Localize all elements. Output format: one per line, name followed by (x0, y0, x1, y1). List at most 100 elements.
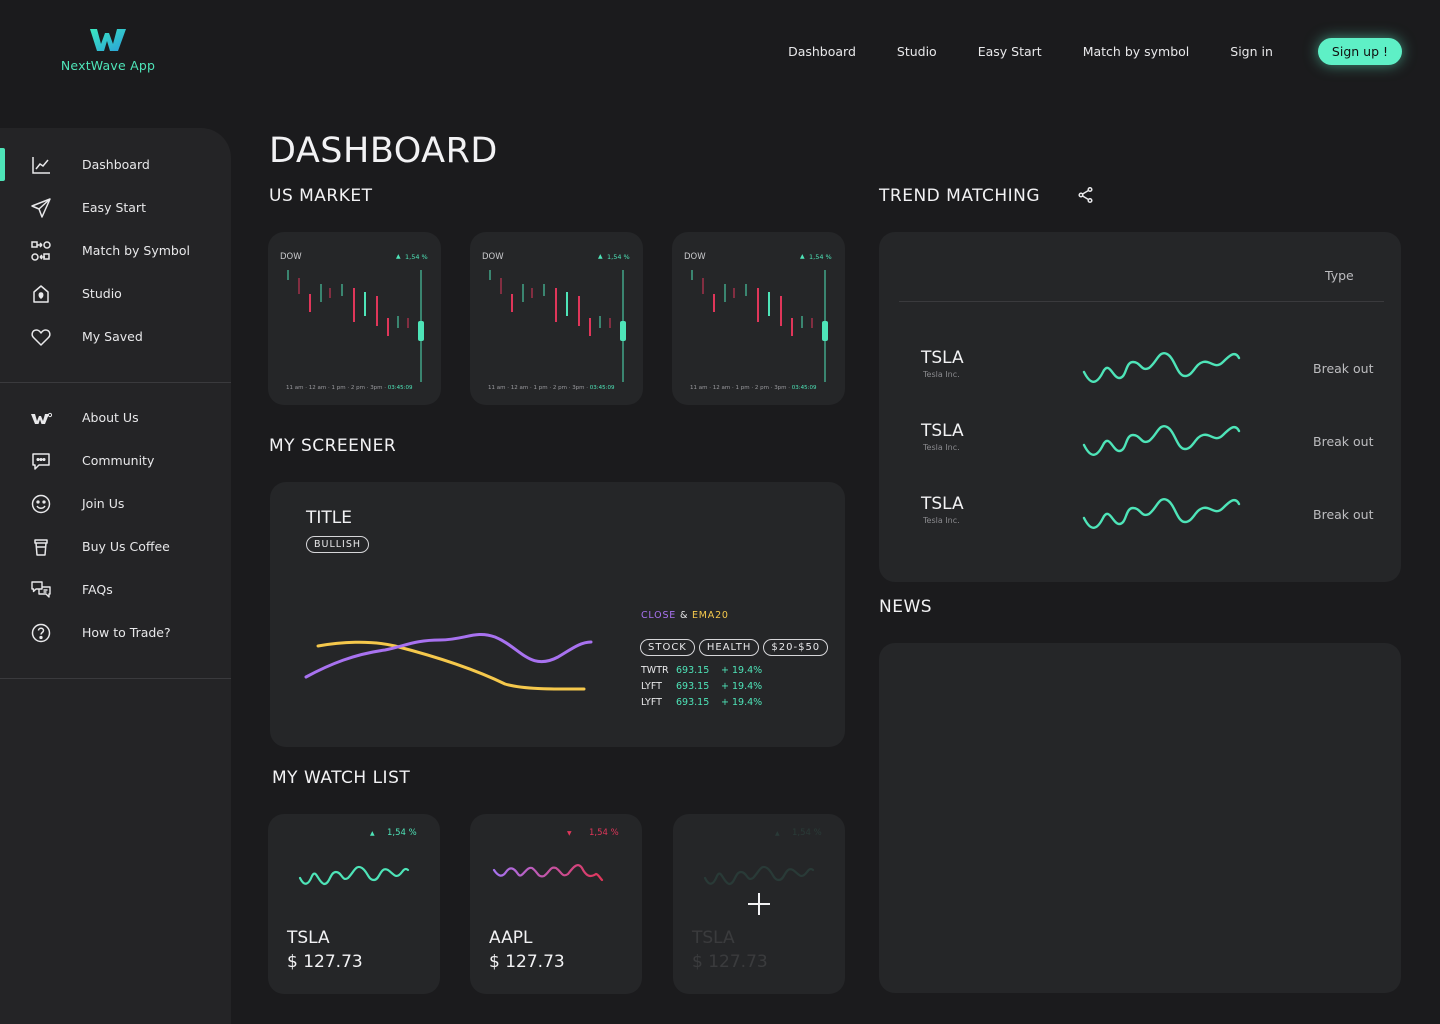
time-axis: 11 am · 12 am · 1 pm · 2 pm · 3pm · 03:4… (690, 385, 817, 391)
price: 693.15 (676, 697, 710, 708)
sidebar-item-buy-us-coffee[interactable]: Buy Us Coffee (0, 531, 231, 561)
sidebar-item-label: Studio (82, 285, 122, 301)
sidebar-item-label: Easy Start (82, 199, 146, 215)
smiley-icon (31, 494, 51, 514)
sidebar-divider (0, 382, 231, 383)
change: + 19.4% (721, 681, 763, 692)
screener-row[interactable]: TWTR 693.15 + 19.4% (641, 665, 762, 676)
sidebar-item-label: FAQs (82, 581, 113, 597)
app-logo[interactable]: NextWave App (56, 28, 160, 73)
chart-legend: CLOSE & EMA20 (641, 610, 729, 621)
watch-sparkline (298, 865, 410, 886)
watch-price: $ 127.73 (287, 952, 363, 972)
time-axis: 11 am · 12 am · 1 pm · 2 pm · 3pm · 03:4… (286, 385, 413, 391)
heart-icon (31, 329, 51, 346)
news-panel (879, 643, 1401, 993)
trend-symbol: TSLA (921, 421, 964, 441)
trend-type: Break out (1313, 507, 1374, 522)
price: 693.15 (676, 665, 710, 676)
watchlist-add-card[interactable]: ▲ 1,54 % TSLA $ 127.73 (673, 814, 845, 994)
market-card[interactable]: DOW ▲ 1,54 % 11 am · 12 am · 1 pm · 2 pm… (672, 232, 845, 405)
trend-row[interactable]: TSLA Tesla Inc. Break out (879, 490, 1401, 540)
screener-filter-chips: STOCK HEALTH $20-$50 (640, 635, 832, 656)
filter-chip-price[interactable]: $20-$50 (763, 639, 829, 656)
screener-card[interactable]: TITLE BULLISH CLOSE & EMA20 STOCK HEALTH $… (270, 482, 845, 747)
filter-chip-stock[interactable]: STOCK (640, 639, 695, 656)
sidebar-item-label: How to Trade? (82, 624, 171, 640)
topnav-sign-in[interactable]: Sign in (1230, 44, 1273, 59)
time-axis-label: 12 am (308, 385, 327, 391)
trend-pattern-line (1082, 352, 1241, 383)
sidebar-item-my-saved[interactable]: My Saved (0, 321, 231, 351)
current-time: 03:45:09 (791, 385, 817, 391)
sidebar-item-easy-start[interactable]: Easy Start (0, 192, 231, 222)
chat-bubble-icon (32, 453, 50, 470)
market-card[interactable]: DOW ▲ 1,54 % 11 am · 12 am · 1 pm · 2 pm… (470, 232, 643, 405)
topnav-dashboard[interactable]: Dashboard (788, 44, 856, 59)
trend-up-icon: ▲ (775, 830, 780, 837)
time-axis-label: 2 pm (754, 385, 769, 391)
time-axis-label: 11 am (690, 385, 708, 391)
filter-chip-health[interactable]: HEALTH (698, 639, 760, 656)
trend-pattern-line (1082, 498, 1241, 529)
column-header-type: Type (1325, 268, 1354, 283)
sidebar: Dashboard Easy Start Match by Symbol Stu… (0, 128, 231, 1024)
watch-change: 1,54 % (387, 828, 417, 838)
trend-row[interactable]: TSLA Tesla Inc. Break out (879, 344, 1401, 394)
time-axis-label: 11 am (286, 385, 304, 391)
ema20-line (316, 640, 586, 691)
sidebar-item-studio[interactable]: Studio (0, 278, 231, 308)
candlestick-chart (691, 270, 828, 382)
signup-button[interactable]: Sign up ! (1317, 38, 1402, 65)
sidebar-item-how-to-trade[interactable]: How to Trade? (0, 617, 231, 647)
trend-company: Tesla Inc. (923, 443, 960, 452)
question-circle-icon (31, 623, 51, 643)
sidebar-item-match-by-symbol[interactable]: Match by Symbol (0, 235, 231, 265)
sidebar-item-faqs[interactable]: FAQs (0, 574, 231, 604)
price: 693.15 (676, 681, 710, 692)
time-axis-label: 2 pm (350, 385, 365, 391)
sidebar-item-join-us[interactable]: Join Us (0, 488, 231, 518)
screener-results: TWTR 693.15 + 19.4% LYFT 693.15 + 19.4% … (641, 665, 762, 713)
us-market-title: US MARKET (269, 186, 373, 206)
trend-down-icon: ▼ (567, 830, 572, 837)
screener-row[interactable]: LYFT 693.15 + 19.4% (641, 697, 762, 708)
ticker: TWTR (641, 665, 669, 676)
screener-line-chart (304, 633, 593, 691)
sidebar-item-label: Community (82, 452, 155, 468)
sidebar-item-about-us[interactable]: About Us (0, 402, 231, 432)
trend-row[interactable]: TSLA Tesla Inc. Break out (879, 417, 1401, 467)
match-nodes-icon (31, 241, 51, 261)
sidebar-item-label: Buy Us Coffee (82, 538, 170, 554)
watchlist-card[interactable]: ▼ 1,54 % AAPL $ 127.73 (470, 814, 642, 994)
watch-price: $ 127.73 (489, 952, 565, 972)
change: + 19.4% (721, 665, 763, 676)
paper-plane-icon (31, 198, 51, 218)
trend-symbol: TSLA (921, 494, 964, 514)
share-icon[interactable] (1077, 186, 1095, 204)
current-time: 03:45:09 (589, 385, 615, 391)
time-axis-label: 3pm (572, 385, 585, 391)
screener-row[interactable]: LYFT 693.15 + 19.4% (641, 681, 762, 692)
time-axis-label: 11 am (488, 385, 506, 391)
topnav-match-by-symbol[interactable]: Match by symbol (1083, 44, 1190, 59)
watchlist-card[interactable]: ▲ 1,54 % TSLA $ 127.73 (268, 814, 440, 994)
topnav-studio[interactable]: Studio (897, 44, 937, 59)
ticker: LYFT (641, 697, 662, 708)
topnav-easy-start[interactable]: Easy Start (978, 44, 1042, 59)
trend-type: Break out (1313, 361, 1374, 376)
sidebar-item-label: About Us (82, 409, 139, 425)
sidebar-item-community[interactable]: Community (0, 445, 231, 475)
trend-pattern-line (1082, 425, 1241, 456)
current-candle (620, 321, 626, 341)
top-navigation: Dashboard Studio Easy Start Match by sym… (788, 38, 1402, 65)
time-axis-label: 12 am (510, 385, 529, 391)
legend-amp: & (679, 610, 689, 621)
add-plus-icon[interactable] (747, 892, 771, 916)
trend-company: Tesla Inc. (923, 516, 960, 525)
screener-title: TITLE (306, 508, 352, 528)
current-candle (822, 321, 828, 341)
watch-change: 1,54 % (589, 828, 619, 838)
sidebar-item-dashboard[interactable]: Dashboard (0, 149, 231, 179)
market-card[interactable]: DOW ▲ 1,54 % 11 am · 12 am · 1 pm · 2 pm… (268, 232, 441, 405)
